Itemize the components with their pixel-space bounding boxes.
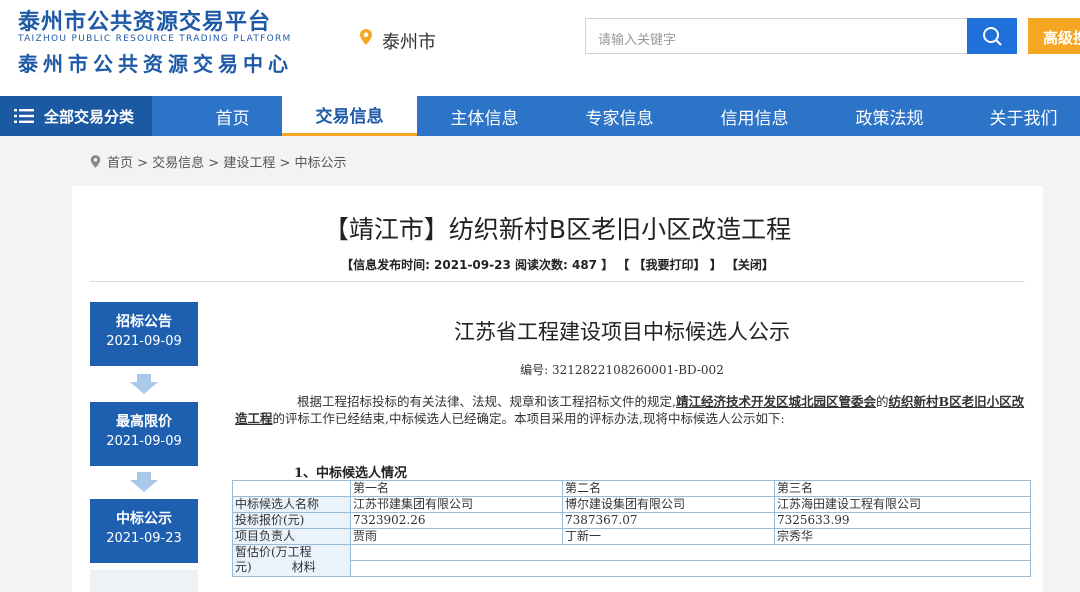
document-number: 编号: 3212822108260001-BD-002 [520,363,724,377]
advanced-search-button[interactable]: 高级搜 [1028,18,1080,54]
arrow-down-icon [130,374,158,394]
table-header-row: 第一名 第二名 第三名 [232,480,1031,497]
table-cell [232,480,351,497]
timeline-item-max-price[interactable]: 最高限价 2021-09-09 [90,402,198,466]
estimate-label: 暂估价(万工程 [235,545,312,560]
nav-item-expert-info[interactable]: 专家信息 [552,96,687,136]
main-nav: 全部交易分类 首页 交易信息 主体信息 专家信息 信用信息 政策法规 关于我们 [0,96,1080,136]
document-title: 江苏省工程建设项目中标候选人公示 [454,320,790,344]
table-cell: 贾雨 [350,528,563,545]
location-pin-icon [90,155,101,168]
table-cell: 7387367.07 [562,512,775,529]
timeline-label: 最高限价 [116,414,172,430]
row-label: 投标报价(元) [232,512,351,529]
table-header-cell: 第二名 [562,480,775,497]
table-row: 投标报价(元) 7323902.26 7387367.07 7325633.99 [232,512,1031,529]
site-header: 泰州市公共资源交易平台 TAIZHOU PUBLIC RESOURCE TRAD… [0,0,1080,96]
nav-item-trading-info[interactable]: 交易信息 [282,96,417,136]
timeline-date: 2021-09-09 [106,434,182,449]
estimate-label: 元) [235,560,252,574]
arrow-down-icon [130,472,158,492]
table-cell: 江苏海田建设工程有限公司 [774,496,1031,513]
table-row: 中标候选人名称 江苏邗建集团有限公司 博尔建设集团有限公司 江苏海田建设工程有限… [232,496,1031,513]
paragraph-text: 的 [876,394,889,409]
table-header-cell: 第三名 [774,480,1031,497]
search-button[interactable] [967,18,1017,54]
timeline-label: 招标公告 [116,314,172,330]
row-label: 项目负责人 [232,528,351,545]
timeline-date: 2021-09-09 [106,334,182,349]
location-selector[interactable]: 泰州市 [382,28,436,54]
article-title: 【靖江市】纺织新村B区老旧小区改造工程 [323,215,792,244]
article-card: 【靖江市】纺织新村B区老旧小区改造工程 【信息发布时间: 2021-09-23 … [72,186,1043,592]
table-cell: 江苏邗建集团有限公司 [350,496,563,513]
section-title: 1、中标候选人情况 [294,466,408,481]
paragraph-text: 根据工程招标投标的有关法律、法规、规章和该工程招标文件的规定, [297,394,676,409]
site-logo-title[interactable]: 泰州市公共资源交易平台 [18,4,271,36]
article-meta[interactable]: 【信息发布时间: 2021-09-23 阅读次数: 487 】 【 【我要打印】… [72,256,1043,273]
site-logo-english: TAIZHOU PUBLIC RESOURCE TRADING PLATFORM [18,34,292,44]
nav-item-entity-info[interactable]: 主体信息 [417,96,552,136]
search-icon [983,27,1002,46]
all-categories-label: 全部交易分类 [44,107,135,126]
menu-icon [14,109,34,123]
site-logo-subtitle: 泰州市公共资源交易中心 [18,52,293,76]
table-cell: 宗秀华 [774,528,1031,545]
table-row [233,560,1031,577]
timeline-tail [90,570,198,592]
estimate-sublabel: 材料 [291,560,316,574]
table-cell: 7323902.26 [350,512,563,529]
location-pin-icon [360,29,372,45]
timeline-item-award-notice[interactable]: 中标公示 2021-09-23 [90,499,198,563]
nav-item-home[interactable]: 首页 [165,96,300,136]
table-header-cell: 第一名 [350,480,563,497]
row-label: 中标候选人名称 [232,496,351,513]
table-cell [350,544,1031,561]
paragraph-text: 的评标工作已经结束,中标候选人已经确定。本项目采用的评标办法,现将中标候选人公示… [272,411,785,426]
breadcrumb-text[interactable]: 首页 > 交易信息 > 建设工程 > 中标公示 [107,152,346,171]
search-input[interactable]: 请输入关键字 [585,18,967,54]
breadcrumb: 首页 > 交易信息 > 建设工程 > 中标公示 [90,152,346,171]
timeline-date: 2021-09-23 [106,531,182,546]
nav-item-credit-info[interactable]: 信用信息 [687,96,822,136]
table-cell: 7325633.99 [774,512,1031,529]
tenderer-name: 靖江经济技术开发区城北园区管委会 [675,394,876,409]
timeline-item-bid-notice[interactable]: 招标公告 2021-09-09 [90,302,198,366]
all-categories-menu[interactable]: 全部交易分类 [0,96,152,136]
table-cell: 博尔建设集团有限公司 [562,496,775,513]
table-row: 项目负责人 贾雨 丁新一 宗秀华 [232,528,1031,545]
nav-item-about[interactable]: 关于我们 [956,96,1080,136]
document-paragraph: 根据工程招标投标的有关法律、法规、规章和该工程招标文件的规定,靖江经济技术开发区… [235,393,1025,427]
table-cell [350,560,1031,577]
timeline-label: 中标公示 [116,511,172,527]
nav-item-policy[interactable]: 政策法规 [822,96,957,136]
divider [90,281,1025,282]
row-label-estimate: 暂估价(万工程 元) 材料 [232,544,351,577]
table-cell: 丁新一 [562,528,775,545]
candidates-table: 第一名 第二名 第三名 中标候选人名称 江苏邗建集团有限公司 博尔建设集团有限公… [232,480,1031,577]
table-row: 暂估价(万工程 元) 材料 [232,544,1031,577]
